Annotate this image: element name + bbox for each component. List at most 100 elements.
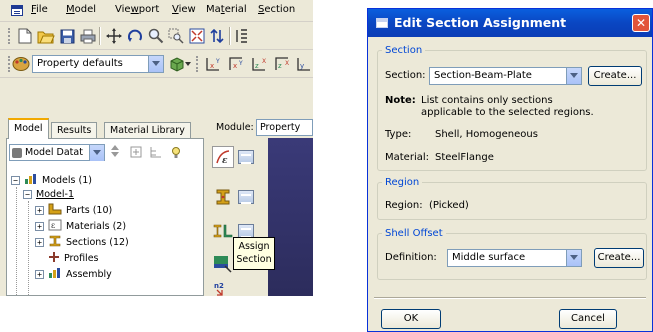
print-icon[interactable] — [78, 26, 98, 46]
tree-node-model-1[interactable]: − Model-1 — [23, 187, 74, 201]
svg-text:Y: Y — [238, 60, 243, 67]
cancel-button[interactable]: Cancel — [559, 309, 617, 329]
pan-icon[interactable] — [104, 26, 124, 46]
cycle-views-icon[interactable] — [207, 26, 227, 46]
model-database-combo[interactable]: Model Datat — [9, 144, 105, 161]
rotate-icon[interactable] — [125, 26, 145, 46]
region-value: (Picked) — [429, 200, 469, 211]
ok-button[interactable]: OK — [381, 309, 441, 329]
chevron-down-icon[interactable] — [148, 56, 163, 72]
menu-viewport[interactable]: Viewport — [115, 4, 159, 15]
graphics-viewport[interactable] — [268, 138, 313, 296]
svg-text:x: x — [210, 62, 214, 70]
auto-fit-icon[interactable] — [187, 26, 207, 46]
materials-icon: ε — [48, 219, 62, 233]
save-icon[interactable] — [57, 26, 77, 46]
assembly-icon — [48, 267, 62, 281]
color-code-icon[interactable] — [11, 54, 31, 74]
module-toolbox: ε n2 — [206, 138, 270, 296]
csys-zx-flip-icon[interactable]: zX — [272, 54, 292, 74]
tab-model[interactable]: Model — [8, 118, 49, 139]
section-create-button[interactable]: Create... — [588, 66, 642, 86]
type-value: Shell, Homogeneous — [435, 129, 538, 140]
file-toolbar — [0, 22, 313, 50]
chevron-down-icon[interactable] — [566, 250, 581, 266]
csys-zx-icon[interactable]: zX — [249, 54, 269, 74]
up-down-arrows-icon[interactable] — [110, 144, 120, 161]
assign-orientation-icon[interactable]: n2 — [212, 278, 234, 296]
region-group-legend: Region — [385, 177, 420, 188]
region-group: Region — [377, 177, 647, 220]
shell-offset-legend: Shell Offset — [385, 228, 443, 239]
create-section-icon[interactable] — [212, 186, 234, 208]
menu-view[interactable]: View — [172, 4, 196, 15]
tree-line — [28, 201, 29, 295]
svg-text:ε: ε — [222, 156, 228, 166]
tab-results[interactable]: Results — [51, 122, 98, 138]
tree-node-materials[interactable]: + ε Materials (2) — [35, 219, 126, 233]
svg-text:n2: n2 — [214, 282, 224, 290]
svg-text:Y: Y — [215, 58, 220, 65]
module-toolbar: Property defaults xY xY zX zX y — [0, 50, 313, 78]
module-combo[interactable]: Property — [256, 119, 313, 136]
svg-text:X: X — [262, 58, 266, 65]
open-folder-icon[interactable] — [36, 26, 56, 46]
create-profile-icon[interactable] — [212, 220, 234, 242]
section-group-legend: Section — [385, 45, 423, 56]
filter-icon[interactable] — [129, 145, 143, 162]
section-combo[interactable]: Section-Beam-Plate — [429, 67, 582, 85]
chevron-down-icon[interactable] — [183, 54, 193, 74]
expand-icon[interactable]: + — [35, 205, 44, 215]
zoom-icon[interactable] — [146, 26, 166, 46]
close-button[interactable]: ✕ — [632, 14, 650, 32]
tree-node-profiles[interactable]: Profiles — [48, 251, 99, 265]
menu-file[interactable]: File — [31, 4, 48, 15]
tree-node-parts[interactable]: + Parts (10) — [35, 203, 112, 217]
tree-node-assembly[interactable]: + Assembly — [35, 267, 112, 281]
svg-text:y: y — [300, 62, 304, 70]
svg-text:z: z — [255, 62, 259, 70]
menu-material[interactable]: Material — [206, 4, 247, 15]
tree-expand-icon[interactable] — [149, 145, 163, 162]
tab-material-library[interactable]: Material Library — [104, 122, 191, 138]
csys-xy-icon[interactable]: xY — [203, 54, 223, 74]
assign-section-icon[interactable] — [212, 253, 234, 275]
expand-icon[interactable]: + — [35, 237, 44, 247]
tree-node-models[interactable]: − Models (1) — [11, 173, 92, 187]
window-icon — [376, 18, 388, 28]
expand-icon[interactable]: + — [35, 269, 44, 279]
highlight-icon[interactable] — [169, 145, 183, 162]
section-manager-icon[interactable] — [238, 190, 254, 204]
profile-manager-icon[interactable] — [238, 224, 254, 238]
sections-icon — [48, 235, 62, 249]
csys-yz-icon[interactable]: y — [294, 54, 313, 74]
csys-xy-flip-icon[interactable]: xY — [226, 54, 246, 74]
region-label: Region: — [385, 200, 423, 211]
collapse-icon[interactable]: − — [23, 189, 32, 199]
offset-create-button[interactable]: Create... — [594, 248, 644, 268]
cae-window: File Model Viewport View Material Sectio… — [0, 0, 313, 296]
tree-node-sections[interactable]: + Sections (12) — [35, 235, 129, 249]
dialog-titlebar[interactable]: Edit Section Assignment ✕ — [368, 9, 652, 37]
collapse-icon[interactable]: − — [11, 175, 20, 185]
definition-combo[interactable]: Middle surface — [447, 249, 582, 267]
chevron-down-icon[interactable] — [89, 145, 104, 161]
window-menu-icon[interactable] — [11, 5, 23, 16]
material-manager-icon[interactable] — [238, 150, 254, 164]
chevron-down-icon[interactable] — [566, 68, 581, 84]
menu-model[interactable]: Model — [66, 4, 96, 15]
color-code-combo[interactable]: Property defaults — [32, 55, 164, 73]
menu-section[interactable]: Section — [258, 4, 295, 15]
render-style-icon[interactable] — [232, 26, 252, 46]
box-zoom-icon[interactable] — [166, 26, 186, 46]
toolbar-grip[interactable] — [8, 28, 11, 44]
database-icon — [12, 148, 22, 158]
create-material-icon[interactable]: ε — [212, 146, 234, 168]
model-tree-tabs: Model Results Material Library — [0, 116, 205, 139]
new-file-icon[interactable] — [15, 26, 35, 46]
expand-icon[interactable]: + — [35, 221, 44, 231]
module-label: Module: — [216, 122, 254, 133]
tree-toolbar: Model Datat — [7, 139, 203, 163]
toolbar-grip[interactable] — [196, 56, 199, 72]
toolbar-separator — [229, 27, 231, 45]
